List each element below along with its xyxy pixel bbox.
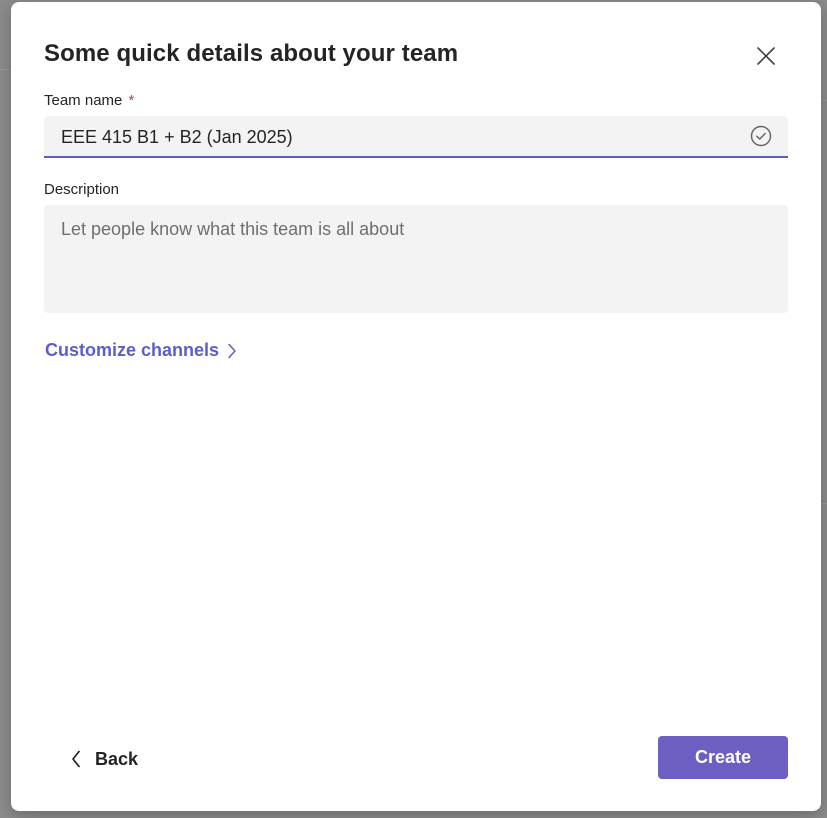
check-circle-icon — [750, 125, 772, 147]
backdrop-divider — [0, 69, 11, 70]
backdrop-divider — [821, 100, 827, 101]
required-marker: * — [128, 92, 135, 109]
dialog-title: Some quick details about your team — [44, 40, 459, 67]
create-team-dialog: Some quick details about your team Team … — [11, 2, 821, 811]
team-name-label: Team name * — [44, 92, 134, 109]
description-placeholder: Let people know what this team is all ab… — [61, 219, 405, 239]
team-name-label-text: Team name — [44, 92, 123, 109]
close-icon — [757, 47, 775, 65]
back-button[interactable]: Back — [71, 738, 138, 780]
create-label: Create — [694, 747, 752, 767]
team-name-value[interactable]: EEE 415 B1 + B2 (Jan 2025) — [61, 127, 293, 148]
chevron-right-icon — [228, 343, 236, 358]
team-name-input[interactable]: EEE 415 B1 + B2 (Jan 2025) — [44, 116, 788, 158]
customize-channels-link[interactable]: Customize channels — [45, 340, 237, 361]
chevron-left-icon — [72, 750, 80, 768]
description-textarea[interactable]: Let people know what this team is all ab… — [44, 205, 788, 313]
customize-channels-label: Customize channels — [45, 340, 220, 360]
backdrop-divider — [821, 503, 827, 504]
create-button[interactable]: Create — [658, 736, 788, 779]
back-label: Back — [95, 748, 139, 769]
close-button[interactable] — [750, 40, 782, 72]
description-label: Description — [44, 181, 120, 198]
